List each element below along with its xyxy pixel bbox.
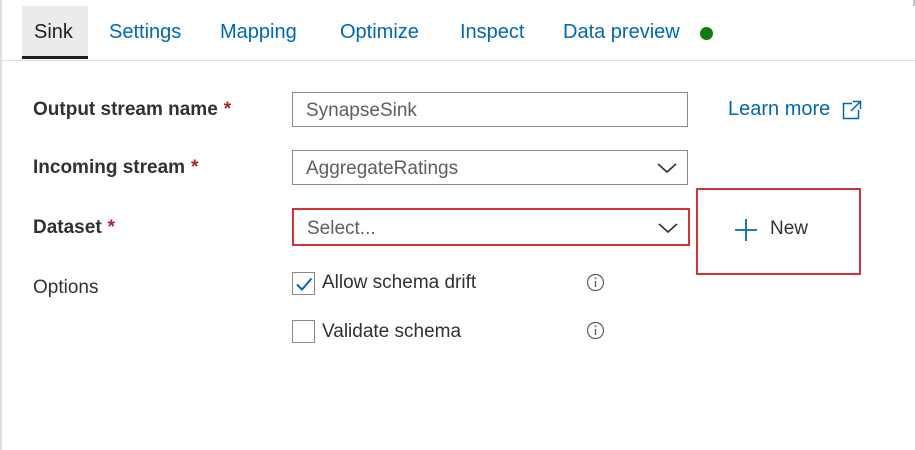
tab-bar: Sink Settings Mapping Optimize Inspect D… <box>2 0 915 61</box>
dataset-label: Dataset * <box>33 217 115 239</box>
dataset-placeholder: Select... <box>307 218 376 239</box>
checkmark-icon <box>296 277 313 291</box>
incoming-stream-dropdown[interactable]: AggregateRatings <box>292 150 688 185</box>
chevron-down-icon <box>657 163 677 174</box>
new-button-label: New <box>770 218 809 239</box>
tab-settings[interactable]: Settings <box>109 20 181 44</box>
incoming-stream-value: AggregateRatings <box>306 158 459 179</box>
info-icon[interactable] <box>586 273 605 292</box>
info-icon[interactable] <box>586 321 605 340</box>
required-asterisk: * <box>223 99 232 120</box>
output-stream-name-label-text: Output stream name <box>33 99 218 120</box>
validate-schema-checkbox[interactable] <box>292 320 315 343</box>
validate-schema-label[interactable]: Validate schema <box>322 321 461 343</box>
output-stream-name-value: SynapseSink <box>306 100 417 121</box>
dataset-label-text: Dataset <box>33 217 102 238</box>
allow-schema-drift-checkbox[interactable] <box>292 272 315 295</box>
incoming-stream-label-text: Incoming stream <box>33 157 186 178</box>
new-dataset-button[interactable]: New <box>730 213 830 247</box>
options-label: Options <box>33 277 99 298</box>
incoming-stream-label: Incoming stream * <box>33 157 198 179</box>
external-link-icon <box>842 100 862 120</box>
tab-mapping[interactable]: Mapping <box>220 20 297 44</box>
active-tab-underline <box>22 56 88 59</box>
allow-schema-drift-label[interactable]: Allow schema drift <box>322 272 476 294</box>
output-stream-name-input[interactable]: SynapseSink <box>292 92 688 127</box>
required-asterisk: * <box>107 217 116 238</box>
tab-sink[interactable]: Sink <box>34 20 73 44</box>
chevron-down-icon <box>658 223 678 234</box>
plus-icon <box>735 219 757 241</box>
tab-optimize[interactable]: Optimize <box>340 20 419 44</box>
status-ok-icon <box>700 27 713 40</box>
learn-more-text: Learn more <box>728 98 831 120</box>
tab-inspect[interactable]: Inspect <box>460 20 524 44</box>
learn-more-link[interactable]: Learn more <box>728 98 862 121</box>
output-stream-name-label: Output stream name * <box>33 99 231 121</box>
dataset-dropdown[interactable]: Select... <box>292 208 690 246</box>
tab-data-preview[interactable]: Data preview <box>563 20 680 44</box>
panel-left-border <box>0 0 2 450</box>
required-asterisk: * <box>191 157 199 178</box>
